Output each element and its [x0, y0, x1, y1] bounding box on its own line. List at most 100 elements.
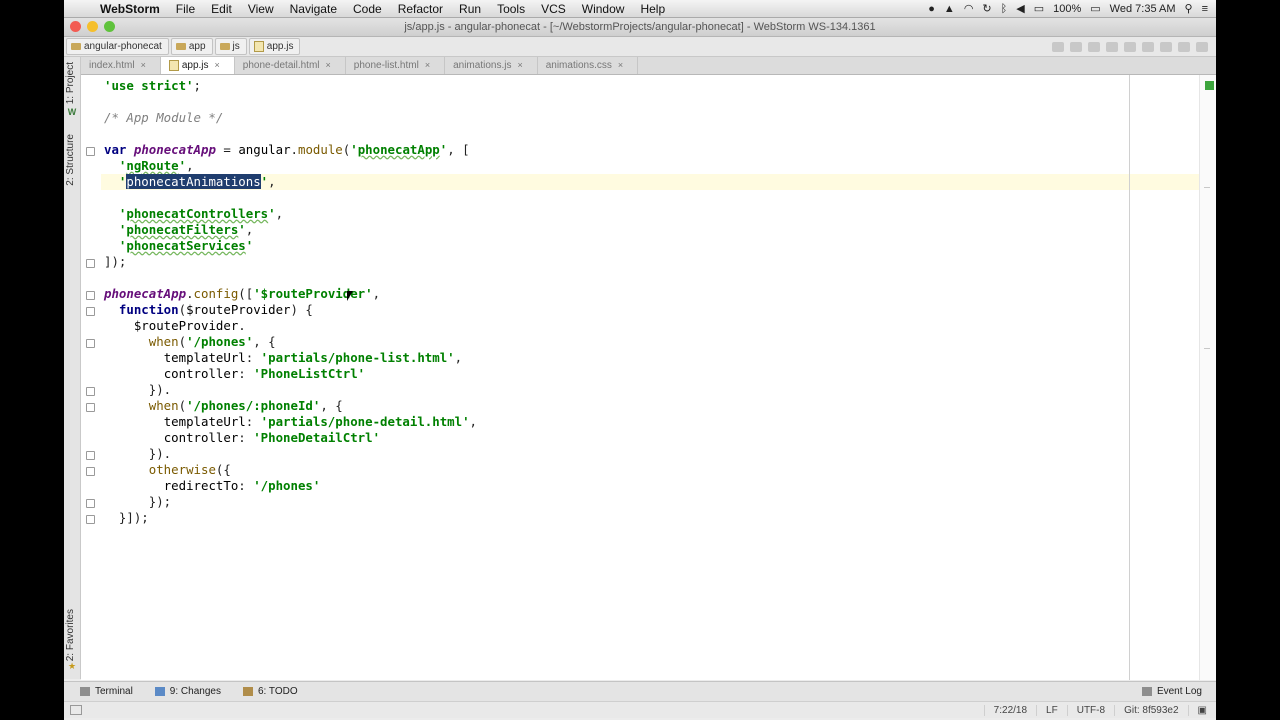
project-tool-tab[interactable]: 1: Project [65, 62, 76, 104]
code-line[interactable] [104, 270, 477, 286]
code-line[interactable]: otherwise({ [104, 462, 477, 478]
menu-code[interactable]: Code [345, 2, 390, 16]
todo-tool-button[interactable]: 6: TODO [237, 686, 304, 697]
fold-marker-icon[interactable] [86, 147, 95, 156]
history-icon[interactable] [1160, 41, 1172, 52]
code-line[interactable] [104, 190, 477, 206]
menu-edit[interactable]: Edit [203, 2, 240, 16]
close-tab-icon[interactable]: × [618, 57, 623, 74]
clock[interactable]: Wed 7:35 AM [1110, 3, 1176, 15]
structure-tool-tab[interactable]: 2: Structure [65, 134, 76, 186]
code-line[interactable]: 'phonecatFilters', [104, 222, 477, 238]
close-tab-icon[interactable]: × [425, 57, 430, 74]
vcs-update-icon[interactable] [1124, 41, 1136, 52]
fold-marker-icon[interactable] [86, 403, 95, 412]
tab-app-js[interactable]: app.js × [160, 57, 235, 74]
code-line[interactable]: when('/phones/:phoneId', { [104, 398, 477, 414]
code-line[interactable]: templateUrl: 'partials/phone-detail.html… [104, 414, 477, 430]
code-line[interactable]: when('/phones', { [104, 334, 477, 350]
error-stripe[interactable] [1199, 75, 1216, 680]
menu-file[interactable]: File [168, 2, 203, 16]
code-line[interactable]: /* App Module */ [104, 110, 477, 126]
inspection-ok-icon[interactable] [1205, 81, 1214, 90]
code-line[interactable]: function($routeProvider) { [104, 302, 477, 318]
tab-phone-list-html[interactable]: phone-list.html × [346, 57, 446, 74]
fold-marker-icon[interactable] [86, 259, 95, 268]
code-line[interactable]: $routeProvider. [104, 318, 477, 334]
stripe-mark[interactable] [1204, 187, 1210, 188]
minimize-window-icon[interactable] [87, 21, 98, 32]
code-line[interactable]: 'phonecatServices' [104, 238, 477, 254]
fold-marker-icon[interactable] [86, 499, 95, 508]
stripe-mark[interactable] [1204, 348, 1210, 349]
fold-marker-icon[interactable] [86, 515, 95, 524]
line-separator[interactable]: LF [1036, 704, 1067, 716]
git-branch[interactable]: Git: 8f593e2 [1114, 704, 1187, 716]
tab-animations-css[interactable]: animations.css × [538, 57, 639, 74]
fold-marker-icon[interactable] [86, 451, 95, 460]
menu-app-name[interactable]: WebStorm [92, 2, 168, 16]
toggle-tool-windows-icon[interactable] [70, 705, 82, 715]
code-line[interactable]: }]); [104, 510, 477, 526]
menu-view[interactable]: View [240, 2, 282, 16]
menu-help[interactable]: Help [632, 2, 673, 16]
notification-icon[interactable]: ▲ [944, 3, 955, 15]
code-line[interactable]: }). [104, 446, 477, 462]
tab-phone-detail-html[interactable]: phone-detail.html × [235, 57, 346, 74]
code-line[interactable]: phonecatApp.config(['$routeProvider', [104, 286, 477, 302]
close-tab-icon[interactable]: × [141, 57, 146, 74]
code-line[interactable]: 'phonecatControllers', [104, 206, 477, 222]
code-line[interactable]: controller: 'PhoneListCtrl' [104, 366, 477, 382]
code-line[interactable]: }); [104, 494, 477, 510]
menu-navigate[interactable]: Navigate [282, 2, 345, 16]
debug-icon[interactable] [1088, 41, 1100, 52]
coverage-icon[interactable] [1106, 41, 1118, 52]
close-tab-icon[interactable]: × [215, 57, 220, 74]
code-line[interactable]: redirectTo: '/phones' [104, 478, 477, 494]
code-line[interactable] [104, 126, 477, 142]
editor-gutter[interactable] [81, 75, 101, 680]
wifi-icon[interactable]: ◠ [964, 2, 974, 15]
changes-tool-button[interactable]: 9: Changes [149, 686, 227, 697]
code-line[interactable]: 'ngRoute', [104, 158, 477, 174]
fold-marker-icon[interactable] [86, 387, 95, 396]
favorites-tool-tab[interactable]: 2: Favorites [65, 609, 76, 661]
breadcrumb-js[interactable]: js [214, 38, 247, 55]
code-line[interactable]: controller: 'PhoneDetailCtrl' [104, 430, 477, 446]
close-tab-icon[interactable]: × [326, 57, 331, 74]
tab-index-html[interactable]: index.html × [81, 57, 161, 74]
tab-animations-js[interactable]: animations.js × [445, 57, 538, 74]
code-line[interactable]: 'phonecatAnimations', [104, 174, 477, 190]
vcs-commit-icon[interactable] [1142, 41, 1154, 52]
breadcrumb-file[interactable]: app.js [248, 38, 301, 55]
run-icon[interactable] [1070, 41, 1082, 52]
fold-marker-icon[interactable] [86, 291, 95, 300]
code-line[interactable]: }). [104, 382, 477, 398]
menu-tools[interactable]: Tools [489, 2, 533, 16]
battery-percent[interactable]: 100% [1053, 3, 1081, 15]
terminal-tool-button[interactable]: Terminal [74, 686, 139, 697]
help-icon[interactable] [1196, 41, 1208, 52]
menu-window[interactable]: Window [574, 2, 633, 16]
file-encoding[interactable]: UTF-8 [1066, 704, 1114, 716]
code-line[interactable] [104, 94, 477, 110]
caret-position[interactable]: 7:22/18 [983, 704, 1036, 716]
lock-icon[interactable]: ▣ [1187, 704, 1216, 716]
close-window-icon[interactable] [70, 21, 81, 32]
menu-refactor[interactable]: Refactor [390, 2, 451, 16]
code-line[interactable]: 'use strict'; [104, 78, 477, 94]
sync-icon[interactable]: ↻ [982, 2, 991, 15]
code-editor[interactable]: 'use strict'; /* App Module */ var phone… [81, 75, 1216, 680]
battery-icon[interactable]: ▭ [1090, 2, 1100, 15]
run-config-icon[interactable] [1052, 41, 1064, 52]
code-line[interactable]: templateUrl: 'partials/phone-list.html', [104, 350, 477, 366]
fold-marker-icon[interactable] [86, 467, 95, 476]
zoom-window-icon[interactable] [104, 21, 115, 32]
menu-run[interactable]: Run [451, 2, 489, 16]
code-line[interactable]: ]); [104, 254, 477, 270]
event-log-tool-button[interactable]: Event Log [1136, 686, 1208, 697]
flag-icon[interactable]: ▭ [1034, 2, 1044, 15]
close-tab-icon[interactable]: × [517, 57, 522, 74]
code-line[interactable]: var phonecatApp = angular.module('phonec… [104, 142, 477, 158]
fold-marker-icon[interactable] [86, 307, 95, 316]
